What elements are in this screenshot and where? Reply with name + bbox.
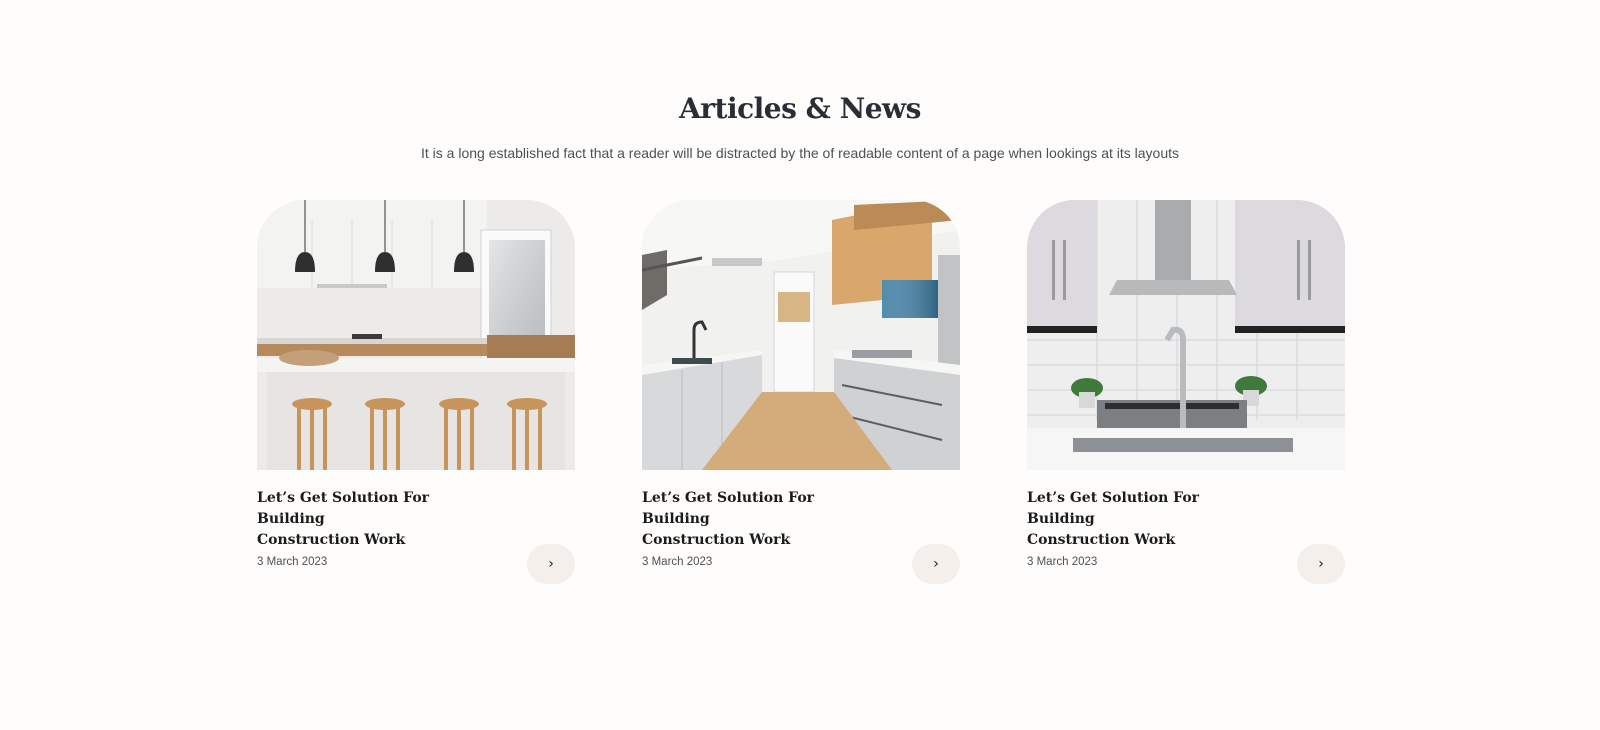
- article-card: Let’s Get Solution For Building Construc…: [1027, 200, 1345, 584]
- article-card: Let’s Get Solution For Building Construc…: [642, 200, 960, 584]
- article-card: Let’s Get Solution For Building Construc…: [257, 200, 575, 584]
- chevron-right-icon: ›: [933, 556, 939, 572]
- section-title: Articles & News: [679, 92, 921, 125]
- articles-news-section: Articles & News It is a long established…: [0, 0, 1600, 730]
- article-date: 3 March 2023: [257, 556, 328, 568]
- read-more-button[interactable]: ›: [527, 544, 575, 584]
- chevron-right-icon: ›: [1318, 556, 1324, 572]
- article-title-line[interactable]: Construction Work: [1027, 532, 1175, 548]
- chevron-right-icon: ›: [548, 556, 554, 572]
- article-title-line[interactable]: Let’s Get Solution For Building: [257, 490, 429, 527]
- article-date: 3 March 2023: [1027, 556, 1098, 568]
- article-title[interactable]: Let’s Get Solution For Building Construc…: [257, 488, 497, 551]
- article-title[interactable]: Let’s Get Solution For Building Construc…: [1027, 488, 1267, 551]
- read-more-button[interactable]: ›: [912, 544, 960, 584]
- read-more-button[interactable]: ›: [1297, 544, 1345, 584]
- article-title[interactable]: Let’s Get Solution For Building Construc…: [642, 488, 882, 551]
- article-image-kitchen-island[interactable]: [257, 200, 575, 470]
- article-date: 3 March 2023: [642, 556, 713, 568]
- section-subtitle: It is a long established fact that a rea…: [420, 145, 1180, 161]
- article-title-line[interactable]: Let’s Get Solution For Building: [642, 490, 814, 527]
- article-image-kitchen-sink[interactable]: [1027, 200, 1345, 470]
- article-image-galley-kitchen[interactable]: [642, 200, 960, 470]
- article-title-line[interactable]: Construction Work: [257, 532, 405, 548]
- article-title-line[interactable]: Let’s Get Solution For Building: [1027, 490, 1199, 527]
- article-title-line[interactable]: Construction Work: [642, 532, 790, 548]
